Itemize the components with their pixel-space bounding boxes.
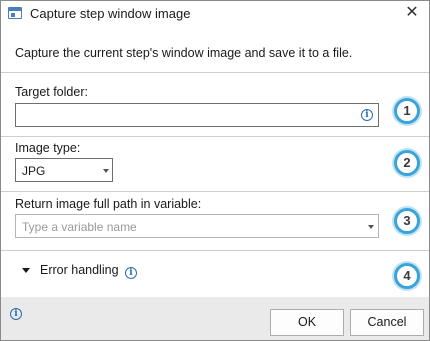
info-icon[interactable]: i [125,267,137,279]
chevron-down-icon [103,169,109,173]
ok-button[interactable]: OK [270,309,344,336]
title-bar: Capture step window image ✕ [1,1,429,27]
info-icon[interactable]: i [361,109,373,121]
dialog-description: Capture the current step's window image … [15,46,353,60]
error-handling-label: Error handling i [40,263,137,279]
info-icon[interactable]: i [10,308,22,320]
step-badge-1: 1 [394,98,420,124]
image-type-value: JPG [22,164,46,178]
divider [1,72,429,73]
divider [1,191,429,192]
chevron-down-icon[interactable] [368,225,374,229]
target-folder-input[interactable]: i [15,103,379,127]
step-badge-4: 4 [394,263,420,289]
chevron-down-icon[interactable] [22,268,30,273]
return-path-label: Return image full path in variable: [15,197,202,211]
image-type-label: Image type: [15,141,81,155]
close-icon[interactable]: ✕ [402,3,422,23]
dialog-window: Capture step window image ✕ Capture the … [0,0,430,341]
window-title: Capture step window image [30,6,191,21]
divider [1,250,429,251]
step-badge-3: 3 [394,208,420,234]
image-type-select[interactable]: JPG [15,158,113,182]
divider [1,136,429,137]
target-folder-label: Target folder: [15,85,88,99]
step-badge-2: 2 [394,150,420,176]
window-app-icon [8,7,22,19]
return-path-variable-input[interactable]: Type a variable name [15,214,379,238]
dialog-footer: i OK Cancel [1,297,429,340]
cancel-button[interactable]: Cancel [350,309,424,336]
return-path-placeholder: Type a variable name [22,220,137,234]
